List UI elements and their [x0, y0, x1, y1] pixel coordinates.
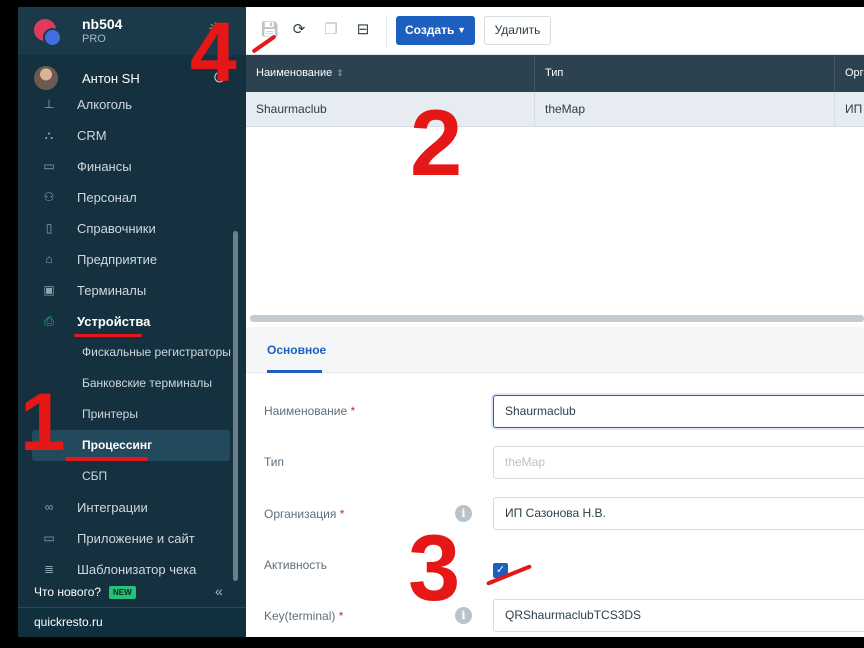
- sidebar-item-integrations[interactable]: ∞ Интеграции: [18, 492, 233, 523]
- glass-icon: ⊥: [43, 97, 55, 111]
- book-icon: ▯: [45, 221, 53, 235]
- sidebar-footer: quickresto.ru: [18, 607, 246, 637]
- name-label-text: Наименование: [264, 404, 348, 418]
- org-field[interactable]: ИП Сазонова Н.В.: [493, 497, 864, 530]
- sidebar-item-devices[interactable]: ⎙ Устройства: [18, 306, 233, 337]
- infinity-icon: ∞: [44, 500, 54, 514]
- column-header-label: Наименование: [256, 67, 333, 79]
- annotation-number-1: 1: [20, 377, 66, 468]
- key-field[interactable]: QRShaurmaclubTCS3DS: [493, 599, 864, 632]
- sidebar-item-label: Персонал: [77, 190, 137, 205]
- sidebar-item-label: Шаблонизатор чека: [77, 562, 197, 577]
- new-badge: NEW: [109, 586, 136, 599]
- monitor-icon: ▭: [43, 531, 55, 545]
- required-mark: *: [350, 404, 356, 418]
- column-header-org[interactable]: Орга: [835, 55, 864, 92]
- tab-main[interactable]: Основное: [267, 343, 326, 357]
- receipt-icon: ≣: [43, 562, 55, 576]
- annotation-number-4: 4: [190, 5, 237, 99]
- toolbar: 💾︎ ⟳ ❐ ⊟ Создать ▼ Удалить: [246, 7, 864, 55]
- account-name: nb504: [82, 16, 123, 32]
- sidebar-item-label: Терминалы: [77, 283, 147, 298]
- cell-name: Shaurmaclub: [246, 92, 535, 127]
- site-link[interactable]: quickresto.ru: [34, 615, 103, 629]
- required-mark: *: [338, 609, 344, 623]
- archive-icon[interactable]: ⊟: [354, 21, 372, 39]
- sidebar-item-label: Процессинг: [82, 438, 153, 452]
- people-icon: ⚇: [43, 190, 55, 204]
- sidebar-item-terminals[interactable]: ▣ Терминалы: [18, 275, 233, 306]
- sidebar-scrollbar[interactable]: [233, 231, 238, 581]
- sidebar-item-directories[interactable]: ▯ Справочники: [18, 213, 233, 244]
- table-row[interactable]: Shaurmaclub theMap ИП С: [246, 92, 864, 127]
- sidebar-item-label: Приложение и сайт: [77, 531, 195, 546]
- chevron-down-icon: ▼: [457, 25, 466, 35]
- cell-type: theMap: [535, 92, 835, 127]
- edit-form: Наименование * Shaurmaclub Тип theMap Ор…: [246, 373, 864, 637]
- sidebar-item-receipt-templates[interactable]: ≣ Шаблонизатор чека: [18, 554, 233, 585]
- sidebar-item-label: Фискальные регистраторы: [82, 345, 231, 359]
- sidebar-item-label: СБП: [82, 469, 108, 483]
- qr-icon: ▣: [43, 283, 55, 297]
- sidebar-item-label: Финансы: [77, 159, 132, 174]
- form-tabs: Основное: [246, 327, 864, 373]
- sidebar-item-label: Справочники: [77, 221, 156, 236]
- active-label: Активность: [264, 558, 328, 572]
- column-header-name[interactable]: Наименование ⇕: [246, 55, 535, 92]
- create-button-label: Создать: [405, 23, 455, 37]
- whats-new-link[interactable]: Что нового?: [34, 585, 101, 599]
- panel-splitter[interactable]: [250, 315, 864, 322]
- name-field[interactable]: Shaurmaclub: [493, 395, 864, 428]
- name-label: Наименование *: [264, 404, 355, 418]
- sidebar-item-enterprise[interactable]: ⌂ Предприятие: [18, 244, 233, 275]
- key-label-text: Key(terminal): [264, 609, 336, 623]
- sidebar-subitem-fiscal-registers[interactable]: Фискальные регистраторы: [18, 337, 233, 368]
- collapse-sidebar-icon[interactable]: «: [215, 583, 223, 599]
- sidebar-item-label: CRM: [77, 128, 107, 143]
- sidebar-item-label: Принтеры: [82, 407, 138, 421]
- sidebar: nb504 PRO ☀ Антон SH ⏻ ⊥ Алкоголь ⛬ CRM …: [18, 7, 246, 637]
- sort-icon: ⇕: [336, 68, 344, 78]
- annotation-underline-devices: [74, 334, 142, 337]
- org-label-text: Организация: [264, 507, 337, 521]
- avatar: [34, 66, 58, 90]
- key-label: Key(terminal) *: [264, 609, 343, 623]
- type-label: Тип: [264, 455, 285, 469]
- org-chart-icon: ⛬: [44, 128, 54, 142]
- cell-org: ИП С: [845, 102, 864, 116]
- sidebar-item-label: Предприятие: [77, 252, 158, 267]
- table-header: Наименование⇕ Тип Орга: [246, 55, 864, 92]
- toolbar-divider: [386, 15, 387, 47]
- sidebar-item-label: Алкоголь: [77, 97, 133, 112]
- org-label: Организация *: [264, 507, 344, 521]
- column-header-type[interactable]: Тип: [535, 55, 835, 92]
- annotation-number-3: 3: [408, 515, 461, 620]
- store-icon: ⌂: [45, 252, 53, 266]
- quickresto-logo: [34, 19, 62, 47]
- printer-icon: ⎙: [44, 314, 54, 328]
- sidebar-item-staff[interactable]: ⚇ Персонал: [18, 182, 233, 213]
- sidebar-item-crm[interactable]: ⛬ CRM: [18, 120, 233, 151]
- processing-table: Наименование⇕ Тип Орга Shaurmaclub theMa…: [246, 55, 864, 323]
- required-mark: *: [339, 507, 345, 521]
- annotation-number-2: 2: [410, 90, 463, 195]
- sidebar-item-label: Устройства: [77, 314, 151, 329]
- user-name: Антон SH: [82, 71, 140, 86]
- type-field: theMap: [493, 446, 864, 479]
- account-plan: PRO: [82, 33, 106, 45]
- delete-button[interactable]: Удалить: [484, 16, 551, 45]
- annotation-underline-processing: [65, 457, 148, 461]
- wallet-icon: ▭: [43, 159, 55, 173]
- refresh-icon[interactable]: ⟳: [290, 21, 308, 39]
- sidebar-item-finance[interactable]: ▭ Финансы: [18, 151, 233, 182]
- sidebar-item-app-and-site[interactable]: ▭ Приложение и сайт: [18, 523, 233, 554]
- create-button[interactable]: Создать ▼: [396, 16, 475, 45]
- sidebar-item-label: Банковские терминалы: [82, 376, 213, 390]
- copy-icon[interactable]: ❐: [322, 21, 340, 39]
- sidebar-item-label: Интеграции: [77, 500, 148, 515]
